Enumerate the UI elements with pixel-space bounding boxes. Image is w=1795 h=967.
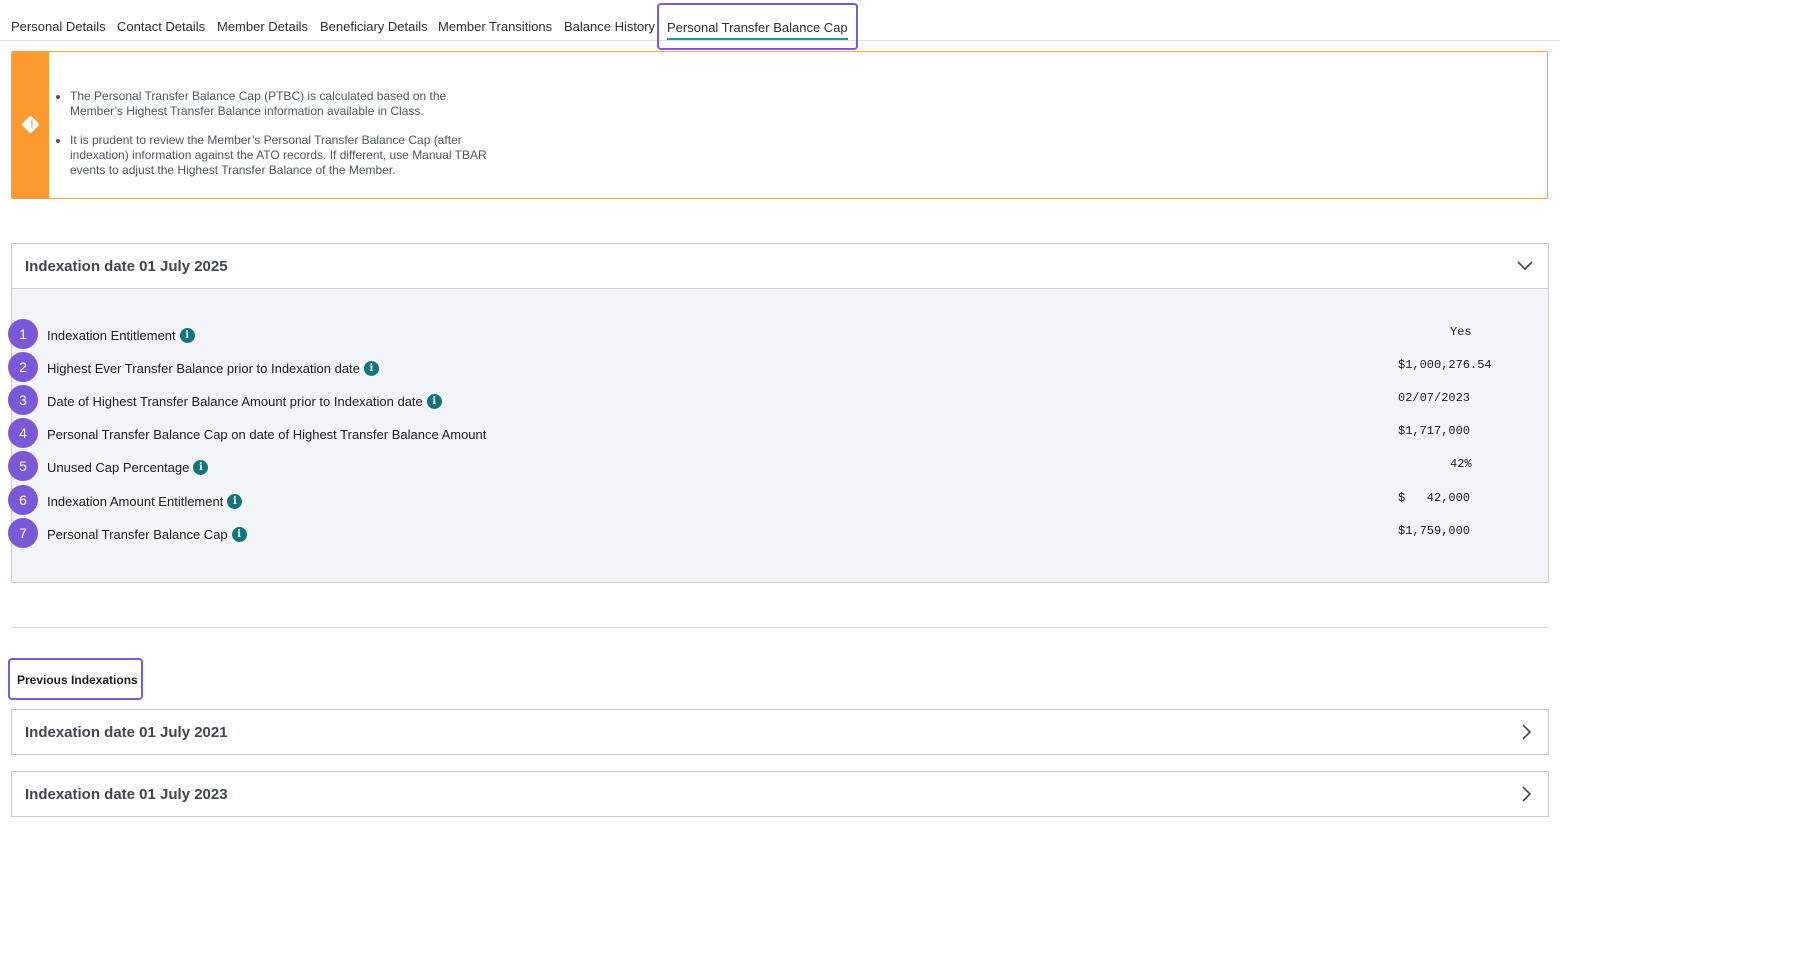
tab-personal-transfer-balance-cap[interactable]: Personal Transfer Balance Cap [657,3,858,50]
row-value: $ 42,000 [1398,491,1471,505]
accordion-indexation-2023[interactable]: Indexation date 01 July 2023 [11,771,1549,817]
tab-contact-details[interactable]: Contact Details [117,0,205,41]
chevron-right-icon[interactable] [1518,785,1534,803]
row-indexation-amount-entitlement: 6 Indexation Amount Entitlement i $ 42,00… [0,485,1560,515]
alert-accent-bar: ! [12,52,49,198]
accordion-title: Indexation date 01 July 2023 [25,786,228,803]
tab-member-transitions[interactable]: Member Transitions [438,0,552,41]
warning-diamond-icon: ! [21,115,40,134]
tab-balance-history[interactable]: Balance History [564,0,655,41]
info-icon[interactable]: i [179,328,195,343]
row-label: Unused Cap Percentage i [47,460,209,475]
row-indexation-entitlement: 1 Indexation Entitlement i Yes [0,319,1560,349]
info-icon[interactable]: i [363,361,379,376]
step-badge: 3 [8,385,38,415]
row-date-of-highest-transfer-balance: 3 Date of Highest Transfer Balance Amoun… [0,385,1560,415]
panel-title: Indexation date 01 July 2025 [25,258,228,275]
info-icon[interactable]: i [426,394,442,409]
row-value: 02/07/2023 [1398,391,1471,405]
info-icon[interactable]: i [231,527,247,542]
info-icon[interactable]: i [227,494,243,509]
row-value: $1,717,000 [1398,424,1471,438]
row-value: $1,000,276.54 [1398,358,1492,372]
row-label: Indexation Entitlement i [47,328,195,343]
row-label: Personal Transfer Balance Cap i [47,527,247,542]
row-value: Yes [1450,325,1472,339]
row-unused-cap-percentage: 5 Unused Cap Percentage i 42% [0,451,1560,481]
section-divider [11,627,1549,628]
active-tab-indicator [667,38,848,40]
step-badge: 7 [8,518,38,548]
tab-beneficiary-details[interactable]: Beneficiary Details [320,0,428,41]
row-value: $1,759,000 [1398,524,1471,538]
alert-item: The Personal Transfer Balance Cap (PTBC)… [70,89,500,119]
accordion-title: Indexation date 01 July 2021 [25,724,228,741]
row-highest-ever-transfer-balance: 2 Highest Ever Transfer Balance prior to… [0,352,1560,382]
tab-personal-details[interactable]: Personal Details [11,0,106,41]
row-label: Indexation Amount Entitlement i [47,494,243,509]
current-indexation-header[interactable]: Indexation date 01 July 2025 [12,244,1548,289]
row-value: 42% [1450,457,1472,471]
row-label: Date of Highest Transfer Balance Amount … [47,394,442,409]
row-label: Personal Transfer Balance Cap on date of… [47,427,487,442]
tab-bar: Personal Details Contact Details Member … [0,0,1560,50]
step-badge: 4 [8,418,38,448]
step-badge: 1 [8,319,38,349]
info-icon[interactable]: i [193,460,209,475]
step-badge: 6 [8,485,38,515]
tab-member-details[interactable]: Member Details [217,0,308,41]
step-badge: 2 [8,352,38,382]
previous-indexations-button[interactable]: Previous Indexations [8,658,143,700]
row-label: Highest Ever Transfer Balance prior to I… [47,361,379,376]
chevron-right-icon[interactable] [1518,723,1534,741]
accordion-indexation-2021[interactable]: Indexation date 01 July 2021 [11,709,1549,755]
alert-list: The Personal Transfer Balance Cap (PTBC)… [70,89,500,192]
row-ptbc-on-date-of-highest: 4 Personal Transfer Balance Cap on date … [0,418,1560,448]
chevron-down-icon[interactable] [1516,256,1534,274]
step-badge: 5 [8,451,38,481]
tab-label: Personal Transfer Balance Cap [667,20,848,35]
row-personal-transfer-balance-cap: 7 Personal Transfer Balance Cap i $1,759,… [0,518,1560,548]
info-alert: ! The Personal Transfer Balance Cap (PTB… [11,51,1548,199]
alert-item: It is prudent to review the Member’s Per… [70,133,500,178]
